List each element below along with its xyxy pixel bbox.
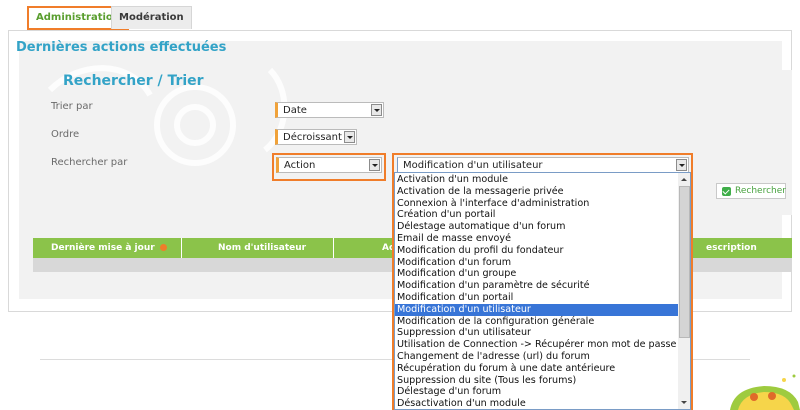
order-select[interactable]: Décroissant xyxy=(275,129,357,145)
sort-arrow-icon xyxy=(159,244,167,251)
column-divider xyxy=(333,238,334,258)
column-last-update[interactable]: Dernière mise à jour xyxy=(51,238,167,258)
column-username[interactable]: Nom d'utilisateur xyxy=(218,238,306,258)
sort-select-value: Date xyxy=(283,105,307,116)
action-highlight xyxy=(392,153,693,410)
search-title: Rechercher / Trier xyxy=(63,73,204,89)
order-label: Ordre xyxy=(51,129,80,140)
tab-moderation[interactable]: Modération xyxy=(111,6,192,29)
search-button-label: Rechercher xyxy=(735,186,786,196)
chevron-down-icon[interactable] xyxy=(344,131,355,143)
order-select-value: Décroissant xyxy=(283,132,342,143)
check-icon xyxy=(722,187,731,196)
column-description[interactable]: escription xyxy=(706,238,757,258)
column-divider xyxy=(181,238,182,258)
sort-label: Trier par xyxy=(51,101,93,112)
section-title: Dernières actions effectuées xyxy=(16,40,227,55)
mascot-illustration xyxy=(730,374,800,410)
sort-select[interactable]: Date xyxy=(275,102,384,118)
chevron-down-icon[interactable] xyxy=(371,104,382,116)
search-by-label: Rechercher par xyxy=(51,157,128,168)
search-button[interactable]: Rechercher xyxy=(716,183,786,199)
search-by-highlight xyxy=(272,153,386,181)
